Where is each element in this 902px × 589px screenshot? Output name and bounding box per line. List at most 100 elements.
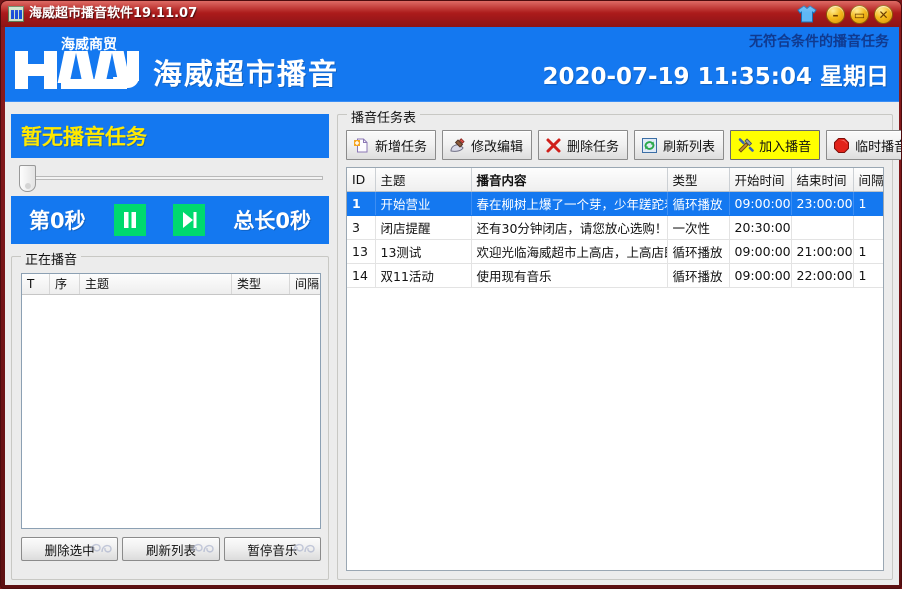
left-button-row: 删除选中 刷新列表 暂停音乐 xyxy=(21,537,321,561)
table-cell-topic[interactable]: 开始营业 xyxy=(375,191,471,215)
refresh-list-button[interactable]: 刷新列表 xyxy=(634,130,724,160)
table-cell-start[interactable]: 09:00:00 xyxy=(729,191,791,215)
shirt-icon[interactable] xyxy=(797,5,817,23)
temp-broadcast-label: 临时播音 xyxy=(855,136,902,155)
now-col-t[interactable]: T xyxy=(22,274,50,294)
table-cell-content[interactable]: 欢迎光临海威超市上高店，上高店即 xyxy=(471,239,667,263)
table-row[interactable]: 14双11活动使用现有音乐循环播放09:00:0022:00:001 xyxy=(347,263,883,287)
app-window: 海威超市播音软件19.11.07 – ▭ ✕ 海威商贸 xyxy=(0,0,902,589)
progress-slider-thumb[interactable] xyxy=(19,165,36,192)
close-button[interactable]: ✕ xyxy=(874,5,893,24)
now-col-order[interactable]: 序 xyxy=(50,274,80,294)
table-cell-topic[interactable]: 双11活动 xyxy=(375,263,471,287)
maximize-glyph: ▭ xyxy=(851,6,868,23)
tools-icon xyxy=(737,137,754,154)
pause-music-label: 暂停音乐 xyxy=(247,540,297,559)
now-playing-list[interactable]: T 序 主题 类型 间隔 xyxy=(21,273,321,529)
pause-button[interactable] xyxy=(114,204,146,236)
table-cell-id[interactable]: 13 xyxy=(347,239,375,263)
edit-task-label: 修改编辑 xyxy=(471,136,523,155)
minimize-glyph: – xyxy=(827,6,844,23)
table-cell-start[interactable]: 09:00:00 xyxy=(729,239,791,263)
pause-music-button[interactable]: 暂停音乐 xyxy=(224,537,321,561)
decor-swirl-icon xyxy=(190,539,216,555)
maximize-button[interactable]: ▭ xyxy=(850,5,869,24)
refresh-icon xyxy=(641,137,658,154)
elapsed-time-label: 第0秒 xyxy=(29,205,86,235)
table-cell-interval[interactable] xyxy=(853,215,883,239)
refresh-list-label: 刷新列表 xyxy=(663,136,715,155)
edit-task-button[interactable]: 修改编辑 xyxy=(442,130,532,160)
delete-selected-label: 删除选中 xyxy=(45,540,95,559)
now-col-interval[interactable]: 间隔 xyxy=(290,274,320,294)
app-icon xyxy=(8,6,24,22)
progress-slider[interactable] xyxy=(11,162,329,194)
skip-next-icon xyxy=(181,211,198,229)
minimize-button[interactable]: – xyxy=(826,5,845,24)
table-header-topic[interactable]: 主题 xyxy=(375,168,471,191)
table-cell-interval[interactable]: 1 xyxy=(853,239,883,263)
window-title: 海威超市播音软件19.11.07 xyxy=(29,5,197,23)
now-playing-list-body[interactable] xyxy=(22,295,320,528)
table-header-type[interactable]: 类型 xyxy=(667,168,729,191)
progress-slider-track xyxy=(33,176,323,180)
table-cell-content[interactable]: 春在柳树上爆了一个芽，少年蹉跎着 xyxy=(471,191,667,215)
now-playing-list-header: T 序 主题 类型 间隔 xyxy=(22,274,320,295)
now-playing-banner: 暂无播音任务 xyxy=(11,114,329,158)
table-cell-content[interactable]: 还有30分钟闭店，请您放心选购！ xyxy=(471,215,667,239)
table-row[interactable]: 1313测试欢迎光临海威超市上高店，上高店即循环播放09:00:0021:00:… xyxy=(347,239,883,263)
refresh-list-button-left[interactable]: 刷新列表 xyxy=(122,537,219,561)
table-cell-type[interactable]: 循环播放 xyxy=(667,191,729,215)
table-row[interactable]: 1开始营业春在柳树上爆了一个芽，少年蹉跎着循环播放09:00:0023:00:0… xyxy=(347,191,883,215)
task-toolbar: 新增任务 修改编辑 删除任务 xyxy=(346,130,902,160)
delete-selected-button[interactable]: 删除选中 xyxy=(21,537,118,561)
table-header-content[interactable]: 播音内容 xyxy=(471,168,667,191)
new-task-button[interactable]: 新增任务 xyxy=(346,130,436,160)
table-cell-content[interactable]: 使用现有音乐 xyxy=(471,263,667,287)
table-cell-interval[interactable]: 1 xyxy=(853,191,883,215)
task-table[interactable]: ID主题播音内容类型开始时间结束时间间隔 1开始营业春在柳树上爆了一个芽，少年蹉… xyxy=(346,167,884,571)
player-controls-bar: 第0秒 总长0秒 xyxy=(11,196,329,244)
table-cell-interval[interactable]: 1 xyxy=(853,263,883,287)
table-cell-id[interactable]: 14 xyxy=(347,263,375,287)
table-cell-topic[interactable]: 闭店提醒 xyxy=(375,215,471,239)
table-header-interval[interactable]: 间隔 xyxy=(853,168,883,191)
delete-task-button[interactable]: 删除任务 xyxy=(538,130,628,160)
new-page-plus-icon xyxy=(353,137,370,154)
next-track-button[interactable] xyxy=(173,204,205,236)
table-cell-end[interactable]: 21:00:00 xyxy=(791,239,853,263)
now-playing-text: 暂无播音任务 xyxy=(21,121,147,151)
title-bar: 海威超市播音软件19.11.07 – ▭ ✕ xyxy=(1,1,902,27)
table-cell-type[interactable]: 一次性 xyxy=(667,215,729,239)
table-cell-end[interactable]: 23:00:00 xyxy=(791,191,853,215)
add-to-broadcast-button[interactable]: 加入播音 xyxy=(730,130,820,160)
logo-letter-h-stem-right xyxy=(44,51,57,89)
red-x-icon xyxy=(545,137,562,154)
delete-task-label: 删除任务 xyxy=(567,136,619,155)
temp-broadcast-button[interactable]: 临时播音 xyxy=(826,130,902,160)
red-stop-icon xyxy=(833,137,850,154)
table-cell-type[interactable]: 循环播放 xyxy=(667,239,729,263)
table-row[interactable]: 3闭店提醒还有30分钟闭店，请您放心选购！一次性20:30:00 xyxy=(347,215,883,239)
left-panel: 暂无播音任务 第0秒 xyxy=(11,114,329,580)
table-header-start[interactable]: 开始时间 xyxy=(729,168,791,191)
table-cell-end[interactable]: 22:00:00 xyxy=(791,263,853,287)
table-cell-topic[interactable]: 13测试 xyxy=(375,239,471,263)
client-area: 暂无播音任务 第0秒 xyxy=(5,101,899,585)
table-cell-start[interactable]: 09:00:00 xyxy=(729,263,791,287)
status-notice: 无符合条件的播音任务 xyxy=(749,31,889,51)
table-header-end[interactable]: 结束时间 xyxy=(791,168,853,191)
table-cell-type[interactable]: 循环播放 xyxy=(667,263,729,287)
now-playing-group: 正在播音 T 序 主题 类型 间隔 删除选中 xyxy=(11,256,329,580)
table-header-id[interactable]: ID xyxy=(347,168,375,191)
table-body[interactable]: 1开始营业春在柳树上爆了一个芽，少年蹉跎着循环播放09:00:0023:00:0… xyxy=(347,191,883,287)
table-cell-start[interactable]: 20:30:00 xyxy=(729,215,791,239)
now-col-topic[interactable]: 主题 xyxy=(80,274,232,294)
table-cell-id[interactable]: 3 xyxy=(347,215,375,239)
page-title: 海威超市播音 xyxy=(153,51,339,93)
table-cell-end[interactable] xyxy=(791,215,853,239)
now-col-type[interactable]: 类型 xyxy=(232,274,290,294)
clock-datetime: 2020-07-19 11:35:04 星期日 xyxy=(542,57,889,91)
table-cell-id[interactable]: 1 xyxy=(347,191,375,215)
task-table-group-label: 播音任务表 xyxy=(347,107,420,126)
